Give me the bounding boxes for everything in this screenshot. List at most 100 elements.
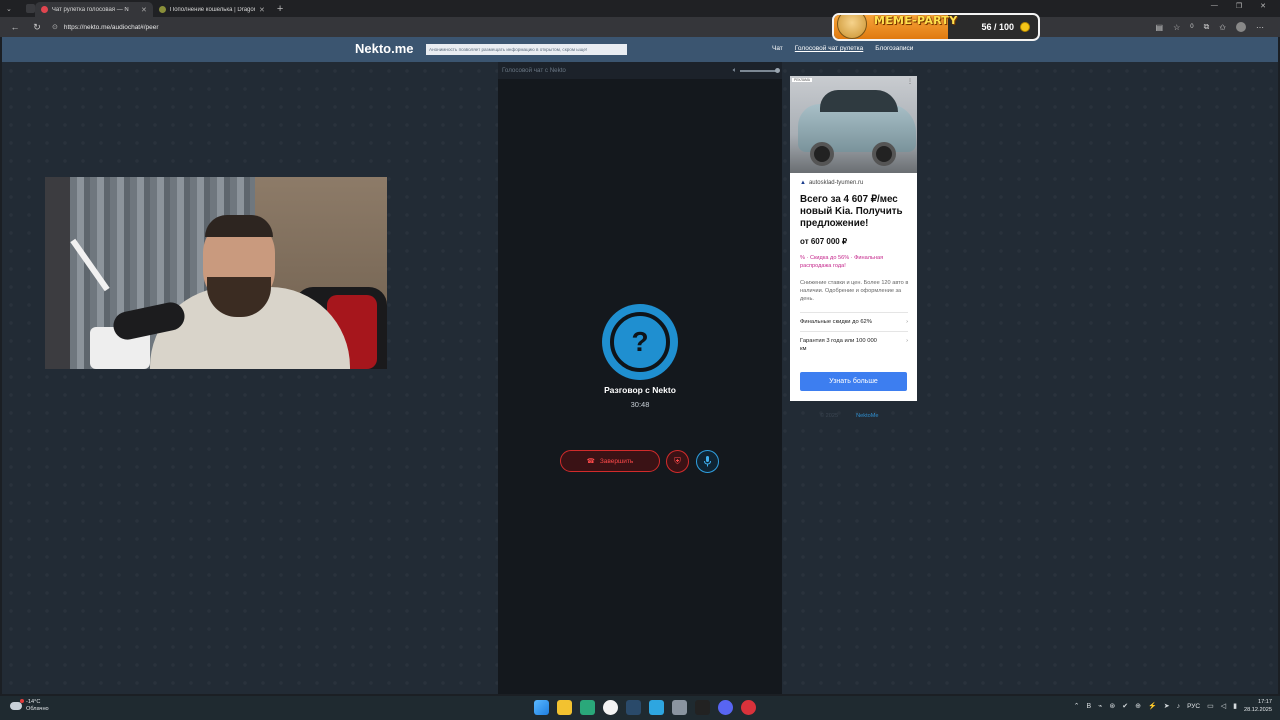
system-clock[interactable]: 17:17 28.12.2025: [1244, 698, 1272, 714]
tray-app-icon[interactable]: ⊕: [1135, 702, 1141, 710]
chat-panel-header: Голосовой чат с Nekto 🔈︎: [498, 62, 782, 79]
site-logo[interactable]: Nekto.me: [355, 41, 414, 56]
microphone-tray-icon[interactable]: ♪: [1177, 703, 1181, 710]
ad-divider: [800, 312, 908, 313]
microphone-icon: [704, 456, 711, 467]
ad-domain[interactable]: ▲ autosklad-tyumen.ru: [800, 180, 863, 186]
ad-menu-icon[interactable]: ⋮: [907, 78, 913, 85]
system-tray: ⌃ B ⌁ ⊛ ✔ ⊕ ⚡ ➤ ♪ РУС ▭ ◁ ▮ 17:17 28.12.…: [1074, 698, 1272, 714]
ad-domain-text: autosklad-tyumen.ru: [808, 180, 864, 186]
toolbar-badge: 0: [1190, 24, 1194, 30]
microphone-button[interactable]: [696, 450, 719, 473]
steam-icon[interactable]: [626, 700, 641, 715]
site-info-icon[interactable]: ⊙: [52, 23, 58, 31]
nav-voice-chat-link[interactable]: Голосовой чат рулетка: [795, 45, 863, 52]
end-call-label: Завершить: [599, 457, 634, 465]
weather-condition: Облачно: [26, 706, 49, 712]
nav-chat-link[interactable]: Чат: [772, 45, 783, 52]
battery-icon[interactable]: ▮: [1233, 702, 1237, 710]
os-taskbar: -14°C Облачно ⌃ B ⌁ ⊛ ✔ ⊕ ⚡ ➤ ♪ РУС ▭ ◁ …: [0, 696, 1280, 720]
conversation-title: Разговор с Nekto: [604, 385, 676, 395]
edge-browser-icon[interactable]: [580, 700, 595, 715]
anonymity-notice: Анонимность позволяет размещать информац…: [426, 44, 627, 55]
coin-icon: [1020, 22, 1030, 32]
tray-app-icon[interactable]: ⚡: [1148, 702, 1157, 710]
new-tab-icon[interactable]: +: [277, 3, 283, 15]
obs-icon[interactable]: [695, 700, 710, 715]
report-button[interactable]: ⛨: [666, 450, 689, 473]
tab-list-icon[interactable]: ⌄: [0, 5, 18, 13]
footer-link[interactable]: NektoMe: [856, 413, 878, 419]
reload-icon[interactable]: ↻: [30, 22, 44, 33]
volume-slider[interactable]: [740, 67, 780, 73]
clock-date: 28.12.2025: [1244, 707, 1272, 713]
unknown-peer-icon: ?: [610, 312, 670, 372]
opera-icon[interactable]: [741, 700, 756, 715]
ad-cta-button[interactable]: Узнать больше: [800, 372, 907, 391]
ad-car-wheel: [810, 142, 834, 166]
tray-app-icon[interactable]: ⌁: [1098, 702, 1102, 710]
maximize-icon[interactable]: ❐: [1236, 2, 1242, 10]
tab-title: Пополнение кошелька | Dragon: [169, 6, 255, 13]
volume-control[interactable]: 🔈︎: [733, 67, 780, 75]
footer-copyright: © 2025: [820, 413, 839, 419]
end-call-button[interactable]: ☎ Завершить: [560, 450, 660, 472]
telegram-tray-icon[interactable]: ➤: [1164, 702, 1170, 710]
nav-blog-link[interactable]: Блогозаписи: [875, 45, 913, 52]
browser-tab[interactable]: Пополнение кошелька | Dragon ✕: [153, 2, 271, 17]
yandex-browser-icon[interactable]: [603, 700, 618, 715]
telegram-icon[interactable]: [649, 700, 664, 715]
ad-description: Снижение ставки и цен. Более 120 авто в …: [800, 280, 909, 302]
chevron-up-icon[interactable]: ⌃: [1074, 702, 1080, 710]
discord-icon[interactable]: [718, 700, 733, 715]
profile-avatar[interactable]: [1236, 22, 1246, 32]
file-explorer-icon[interactable]: [557, 700, 572, 715]
bookmark-star-icon[interactable]: ☆: [1173, 23, 1180, 32]
windows-start-icon[interactable]: [534, 700, 549, 715]
sidebar-toggle-icon[interactable]: [25, 4, 35, 13]
tab-title: Чат рулетка голосовая — N: [51, 6, 129, 13]
avatar-glyph: ?: [631, 326, 649, 357]
tray-app-icon[interactable]: ⊛: [1109, 702, 1115, 710]
peer-avatar: ?: [602, 304, 678, 380]
ad-badge: РЕКЛАМА: [792, 78, 813, 82]
tab-close-icon[interactable]: ✕: [259, 6, 265, 14]
ad-advertiser-logo-icon: ▲: [800, 180, 806, 186]
url-text: https://nekto.me/audiochat#/peer: [63, 23, 159, 31]
speaker-icon[interactable]: 🔈︎: [733, 67, 737, 75]
ad-link-label: Финальные скидки до 62%: [800, 319, 872, 325]
ad-divider: [800, 331, 908, 332]
site-header: Nekto.me Анонимность позволяет размещать…: [2, 37, 1278, 62]
browser-tab-active[interactable]: Чат рулетка голосовая — N ✕: [34, 2, 153, 17]
network-icon[interactable]: ▭: [1207, 702, 1214, 710]
advertisement[interactable]: РЕКЛАМА ⋮ ▲ autosklad-tyumen.ru Всего за…: [790, 76, 917, 401]
tray-app-icon[interactable]: B: [1086, 703, 1091, 710]
tab-close-icon[interactable]: ✕: [141, 6, 147, 14]
window-close-icon[interactable]: ✕: [1260, 2, 1266, 10]
ad-link-item[interactable]: Гарантия 3 года или 100 000 км ›: [800, 337, 908, 353]
ad-link-item[interactable]: Финальные скидки до 62% ›: [800, 318, 908, 326]
settings-icon[interactable]: [672, 700, 687, 715]
weather-widget[interactable]: -14°C Облачно: [10, 699, 49, 713]
ad-car-image[interactable]: РЕКЛАМА ⋮: [790, 76, 917, 173]
top-navigation: Чат Голосовой чат рулетка Блогозаписи: [772, 45, 913, 52]
site-footer: © 2025 NektoMe: [820, 413, 879, 419]
favorites-icon[interactable]: ✩: [1219, 23, 1226, 32]
volume-slider-knob[interactable]: [775, 67, 780, 73]
minimize-icon[interactable]: —: [1211, 2, 1218, 10]
steam-tray-icon[interactable]: ✔: [1122, 702, 1128, 710]
chevron-right-icon: ›: [906, 319, 908, 325]
meme-party-widget: MEME-PARTY 56 / 100: [832, 13, 1040, 41]
ad-headline[interactable]: Всего за 4 607 ₽/мес новый Kia. Получить…: [800, 194, 912, 230]
extensions-icon[interactable]: ⧉: [1204, 22, 1210, 32]
webcam-person-hair: [205, 215, 273, 237]
reader-mode-icon[interactable]: ▤: [1156, 23, 1164, 32]
language-indicator[interactable]: РУС: [1187, 703, 1200, 710]
meme-party-count: 56 / 100: [981, 22, 1014, 32]
browser-tab-bar: ⌄ Чат рулетка голосовая — N ✕ Пополнение…: [0, 0, 1280, 17]
back-arrow-icon[interactable]: ←: [0, 22, 30, 32]
browser-menu-icon[interactable]: ⋯: [1256, 23, 1264, 32]
tab-favicon-icon: [158, 6, 166, 13]
chat-panel-title: Голосовой чат с Nekto: [502, 67, 566, 74]
volume-icon[interactable]: ◁: [1221, 702, 1226, 710]
